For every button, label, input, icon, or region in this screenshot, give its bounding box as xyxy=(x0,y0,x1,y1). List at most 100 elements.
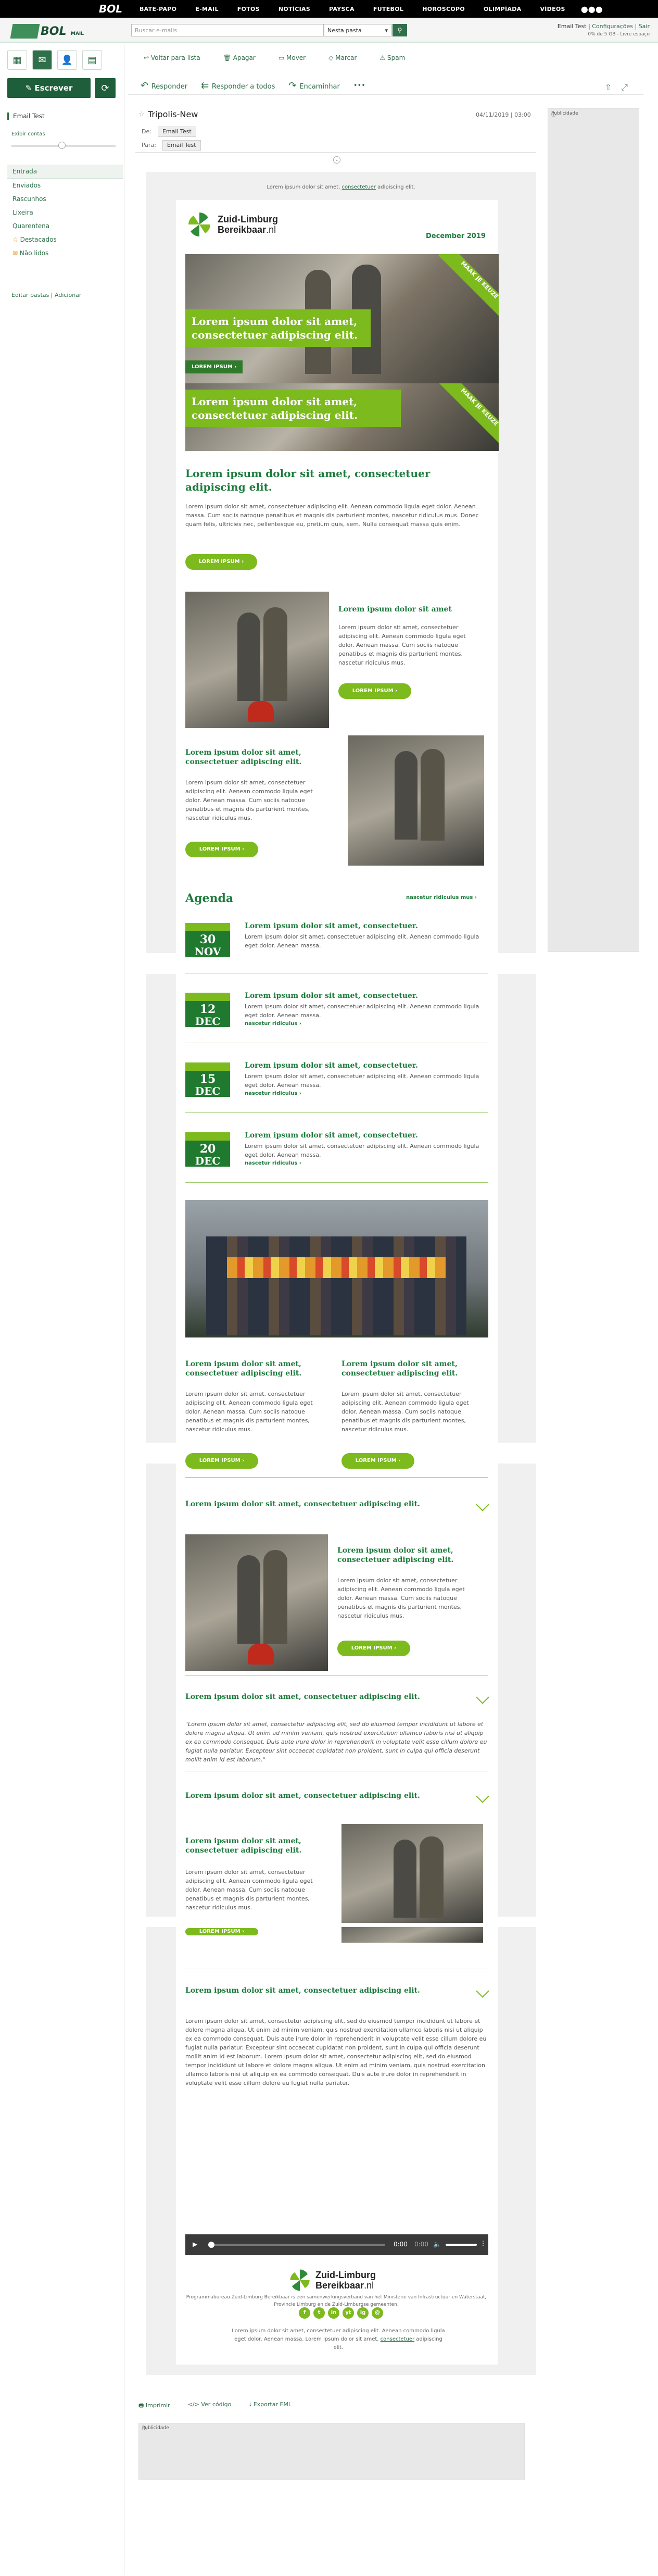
search-button[interactable]: ⚲ xyxy=(393,24,407,36)
top-nav-item[interactable]: BATE-PAPO xyxy=(140,6,176,12)
sidebar-folder[interactable]: ✉ Não lidos xyxy=(7,246,123,260)
expand-icon[interactable]: ⌄ xyxy=(333,156,340,164)
agenda-link[interactable]: nascetur ridiculus mus › xyxy=(406,895,477,901)
search-icon: ⚲ xyxy=(397,27,402,34)
accordion-button-1[interactable]: LOREM IPSUM › xyxy=(337,1641,410,1656)
more-options-icon[interactable]: ••• xyxy=(353,82,365,90)
slider-handle[interactable] xyxy=(58,142,66,149)
footer-logo[interactable]: Zuid-Limburg Bereikbaar.nl xyxy=(287,2268,376,2293)
preheader: Lorem ipsum dolor sit amet, consectetuer… xyxy=(267,184,415,190)
social-icon[interactable]: yt xyxy=(343,2307,354,2319)
social-icon[interactable]: in xyxy=(328,2307,339,2319)
header-separator xyxy=(135,152,536,153)
star-icon[interactable]: ☆ xyxy=(138,110,145,118)
bottom-action-icon: ⤓ xyxy=(249,2401,254,2408)
toolbar-button[interactable]: ⚠ Spam xyxy=(379,54,405,61)
accordion-4[interactable]: Lorem ipsum dolor sit amet, consectetuer… xyxy=(185,1984,489,1998)
top-nav-item[interactable]: OLIMPÍADA xyxy=(484,6,521,12)
feature-button-2[interactable]: LOREM IPSUM › xyxy=(185,842,258,857)
accordion-1[interactable]: Lorem ipsum dolor sit amet, consectetuer… xyxy=(185,1498,489,1511)
mail-icon[interactable]: ✉ xyxy=(32,50,52,70)
issue-month: December 2019 xyxy=(426,232,486,240)
toolbar-button[interactable]: 🗑 Apagar xyxy=(223,54,256,61)
sidebar-slider[interactable] xyxy=(11,142,116,149)
social-icon[interactable]: t xyxy=(313,2307,325,2319)
grid-icon[interactable]: ▦ xyxy=(7,50,27,70)
twocol-title-2: Lorem ipsum dolor sit amet, consectetuer… xyxy=(341,1360,458,1378)
menu-dots-icon[interactable]: ⋮ xyxy=(480,2240,486,2247)
top-nav-item[interactable]: FUTEBOL xyxy=(373,6,403,12)
sidebar-folder[interactable]: Rascunhos xyxy=(7,192,123,206)
social-icon[interactable]: ig xyxy=(357,2307,369,2319)
event-day: 15 xyxy=(199,1072,216,1086)
social-icon[interactable]: @ xyxy=(372,2307,383,2319)
settings-links[interactable]: Configurações | Sair xyxy=(592,23,650,30)
video-progress[interactable] xyxy=(208,2242,385,2248)
calendar-icon[interactable]: ▤ xyxy=(82,50,102,70)
top-nav-item[interactable]: VÍDEOS xyxy=(540,6,565,12)
accordion-photo-3 xyxy=(341,1824,483,1923)
bottom-action[interactable]: </> Ver código xyxy=(188,2401,232,2411)
bottom-action[interactable]: 🖶 Imprimir xyxy=(138,2401,170,2411)
zuid-limburg-logo[interactable]: Zuid-Limburg Bereikbaar.nl xyxy=(185,210,278,239)
bottom-ad[interactable]: Publicidade ⓘ xyxy=(138,2423,525,2480)
ad-info-icon[interactable]: ⓘ xyxy=(551,111,636,118)
from-chip[interactable]: Email Test xyxy=(157,127,196,137)
ad-info-icon[interactable]: ⓘ xyxy=(142,2425,521,2432)
event-link[interactable]: nascetur ridiculus › xyxy=(245,1091,301,1096)
volume-icon[interactable]: 🔈 xyxy=(433,2241,441,2248)
sidebar-folder[interactable]: Lixeira xyxy=(7,206,123,219)
accordion-button-3[interactable]: LOREM IPSUM › xyxy=(185,1928,258,1935)
video-player[interactable]: ▶ 0:00 0:00 🔈 ⋮ xyxy=(185,2234,488,2255)
event-link[interactable]: nascetur ridiculus › xyxy=(245,1021,301,1027)
twocol-button-2[interactable]: LOREM IPSUM › xyxy=(341,1453,414,1469)
disclaimer-link[interactable]: consectetuer xyxy=(381,2336,414,2342)
edit-folders-link[interactable]: Editar pastas | Adicionar xyxy=(11,292,81,298)
accordion-3[interactable]: Lorem ipsum dolor sit amet, consectetuer… xyxy=(185,1790,489,1803)
search-input[interactable]: Buscar e-mails xyxy=(131,24,324,36)
preheader-link[interactable]: consectetuer xyxy=(341,184,375,190)
side-ad[interactable]: Publicidade ⓘ xyxy=(548,108,639,952)
social-icon[interactable]: f xyxy=(299,2307,310,2319)
toolbar-icon: ◇ xyxy=(328,54,336,61)
feature-button-1[interactable]: LOREM IPSUM › xyxy=(338,683,411,699)
bottom-action[interactable]: ⤓ Exportar EML xyxy=(249,2401,292,2411)
more-dots-icon[interactable]: ●●● xyxy=(581,4,603,14)
filter-accounts-link[interactable]: Exibir contas xyxy=(11,131,45,137)
reply-button[interactable]: ↷ Encaminhar xyxy=(288,80,339,91)
refresh-button[interactable]: ⟳ xyxy=(95,78,116,98)
top-nav-item[interactable]: PAYSCA xyxy=(329,6,355,12)
toolbar-button[interactable]: ◇ Marcar xyxy=(328,54,357,61)
volume-slider[interactable] xyxy=(446,2244,477,2246)
sidebar-folder[interactable]: Quarentena xyxy=(7,219,123,233)
toolbar-button[interactable]: ▭ Mover xyxy=(279,54,306,61)
search-scope-select[interactable]: Nesta pasta ▾ xyxy=(324,24,391,36)
mail-header: BOL MAIL Buscar e-mails Nesta pasta ▾ ⚲ … xyxy=(0,18,658,43)
sidebar-folder[interactable]: Enviados xyxy=(7,179,123,192)
top-nav-item[interactable]: NOTÍCIAS xyxy=(279,6,310,12)
contacts-icon[interactable]: 👤 xyxy=(57,50,77,70)
bol-mail-logo[interactable]: BOL MAIL xyxy=(10,22,84,40)
bol-logo[interactable]: BOL xyxy=(99,3,132,15)
reply-icon: ⇇ xyxy=(201,80,212,91)
message-nav-arrows[interactable]: ⇧⤢ xyxy=(605,82,637,93)
sidebar-folder[interactable]: Entrada xyxy=(7,165,123,179)
feature-body-1: Lorem ipsum dolor sit amet, consectetuer… xyxy=(338,624,466,666)
twocol-button-1[interactable]: LOREM IPSUM › xyxy=(185,1453,258,1469)
hero-button[interactable]: LOREM IPSUM › xyxy=(185,360,243,373)
compose-button[interactable]: ✎ Escrever xyxy=(7,78,91,98)
reply-button[interactable]: ↶ Responder xyxy=(141,80,187,91)
sidebar-folder[interactable]: ☆ Destacados xyxy=(7,233,123,246)
top-nav-item[interactable]: FOTOS xyxy=(237,6,260,12)
event-link[interactable]: nascetur ridiculus › xyxy=(245,1160,301,1166)
top-nav-item[interactable]: HORÓSCOPO xyxy=(422,6,465,12)
toolbar-button[interactable]: ↩ Voltar para lista xyxy=(144,54,200,61)
intro-button[interactable]: LOREM IPSUM › xyxy=(185,554,257,570)
accordion-2[interactable]: Lorem ipsum dolor sit amet, consectetuer… xyxy=(185,1691,489,1704)
to-chip[interactable]: Email Test xyxy=(162,140,201,151)
reply-button[interactable]: ⇇ Responder a todos xyxy=(201,80,275,91)
quote-text: "Lorem ipsum dolor sit amet, consectetur… xyxy=(185,1721,487,1763)
account-label[interactable]: Email Test xyxy=(7,112,122,120)
play-icon[interactable]: ▶ xyxy=(193,2241,197,2248)
top-nav-item[interactable]: E-MAIL xyxy=(195,6,218,12)
